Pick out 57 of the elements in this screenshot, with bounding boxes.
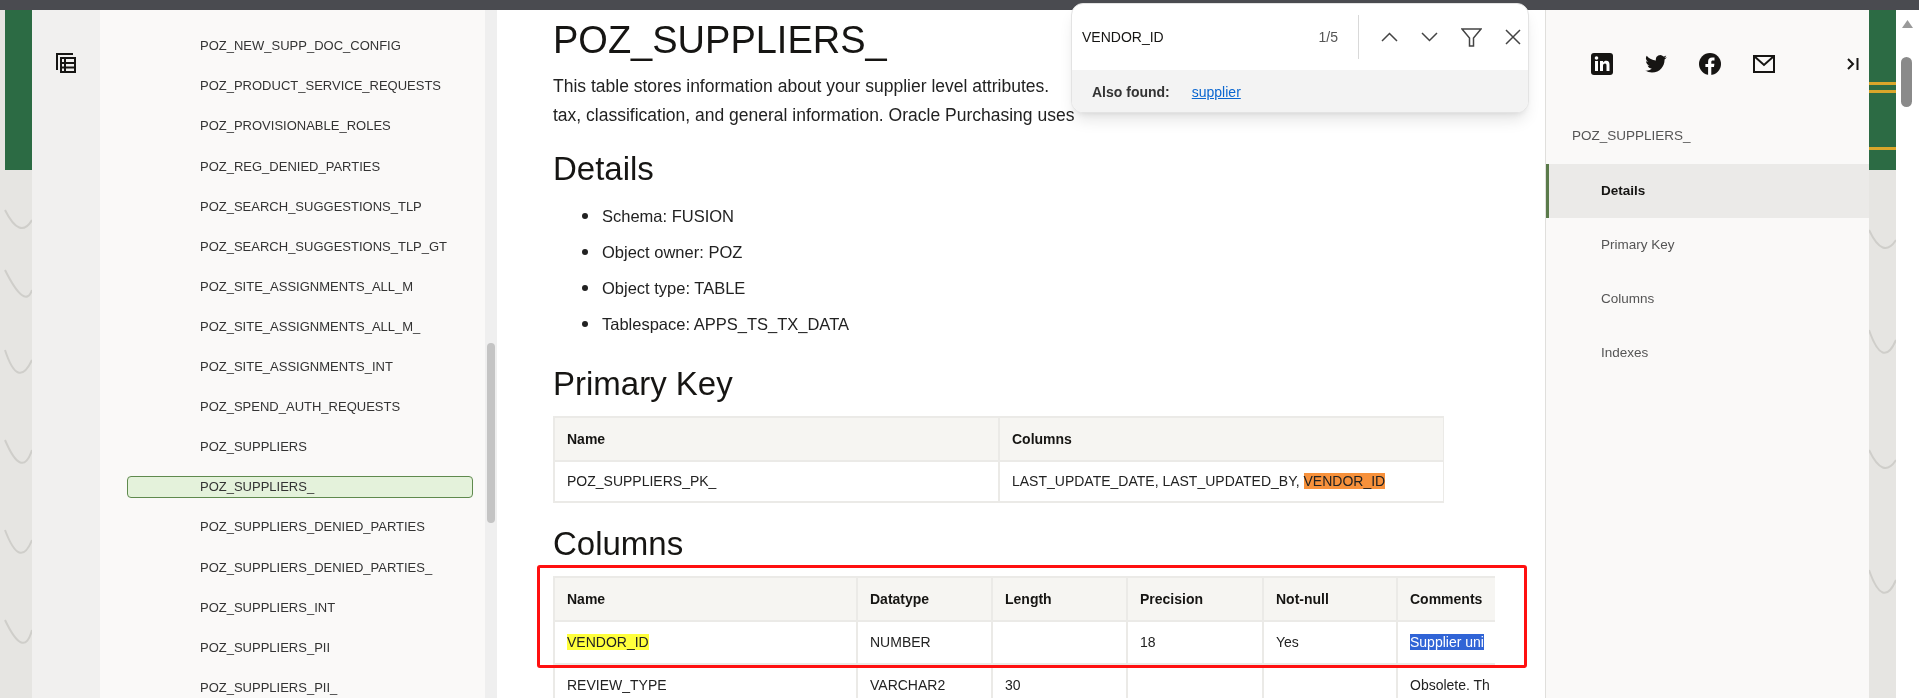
- collapse-panel-icon[interactable]: [1847, 57, 1859, 71]
- sidebar-item[interactable]: POZ_REG_DENIED_PARTIES: [127, 155, 473, 178]
- table-cell: NUMBER: [857, 621, 992, 664]
- sidebar-item[interactable]: POZ_SEARCH_SUGGESTIONS_TLP: [127, 195, 473, 218]
- sidebar-item[interactable]: POZ_SUPPLIERS_DENIED_PARTIES: [127, 516, 473, 539]
- sidebar-item[interactable]: POZ_SUPPLIERS_DENIED_PARTIES_: [127, 556, 473, 579]
- section-heading: Details: [553, 149, 654, 189]
- section-heading: Primary Key: [553, 364, 733, 404]
- table-cell: 18: [1127, 621, 1263, 664]
- sidebar-item[interactable]: POZ_PRODUCT_SERVICE_REQUESTS: [127, 75, 473, 98]
- sidebar-item[interactable]: POZ_NEW_SUPP_DOC_CONFIG: [127, 35, 473, 58]
- filter-icon[interactable]: [1461, 27, 1482, 47]
- sidebar-item[interactable]: POZ_SITE_ASSIGNMENTS_ALL_M_: [127, 315, 473, 338]
- sidebar-item[interactable]: POZ_SUPPLIERS: [127, 436, 473, 458]
- sidebar-item[interactable]: POZ_SUPPLIERS_: [127, 476, 473, 499]
- close-icon[interactable]: [1505, 29, 1521, 45]
- sidebar-item[interactable]: POZ_SUPPLIERS_PII: [127, 636, 473, 659]
- sidebar-item[interactable]: POZ_SITE_ASSIGNMENTS_INT: [127, 355, 473, 378]
- mail-icon[interactable]: [1753, 55, 1775, 73]
- column-header: Name: [554, 417, 999, 461]
- description-line: This table stores information about your supplier level attributes.: [553, 75, 1050, 98]
- table-cell: Yes: [1263, 621, 1397, 664]
- panel-title: POZ_SUPPLIERS_: [1571, 126, 1691, 145]
- bullet-item: Schema: FUSION: [582, 198, 735, 234]
- facebook-icon[interactable]: [1699, 53, 1721, 75]
- bird-icon[interactable]: [1645, 55, 1667, 73]
- search-field[interactable]: VENDOR_ID: [1082, 26, 1288, 48]
- scroll-up-icon[interactable]: [1902, 20, 1913, 28]
- table-cell: VENDOR_ID: [554, 621, 857, 664]
- toc-link[interactable]: Details: [1546, 164, 1869, 218]
- sidebar-item[interactable]: POZ_SEARCH_SUGGESTIONS_TLP_GT: [127, 235, 473, 258]
- toc-link[interactable]: Indexes: [1546, 326, 1869, 380]
- bullet-item: Object owner: POZ: [582, 234, 743, 270]
- sidebar-item[interactable]: POZ_SUPPLIERS_INT: [127, 596, 473, 619]
- also-found-label: Also found:: [1092, 82, 1170, 102]
- suggestion-link[interactable]: supplier: [1191, 81, 1241, 103]
- sidebar-item[interactable]: POZ_SITE_ASSIGNMENTS_ALL_M: [127, 275, 473, 298]
- page-title: POZ_SUPPLIERS_: [553, 18, 887, 63]
- match-count: 1/5: [1317, 27, 1338, 47]
- linkedin-icon[interactable]: [1591, 53, 1613, 75]
- table-list-icon[interactable]: [55, 53, 77, 74]
- bullet-item: Tablespace: APPS_TS_TX_DATA: [582, 306, 849, 342]
- bullet-item: Object type: TABLE: [582, 270, 746, 306]
- table-cell: POZ_SUPPLIERS_PK_: [554, 461, 999, 502]
- sidebar-item[interactable]: POZ_PROVISIONABLE_ROLES: [127, 115, 473, 138]
- section-heading: Columns: [553, 524, 684, 564]
- toc-link[interactable]: Primary Key: [1546, 218, 1869, 272]
- previous-match-icon[interactable]: [1381, 32, 1398, 42]
- scrollbar-thumb[interactable]: [487, 343, 495, 523]
- description-line: tax, classification, and general information. Oracle Purchasing uses: [553, 104, 1075, 127]
- scrollbar-thumb[interactable]: [1901, 57, 1912, 107]
- column-header: Columns: [999, 417, 1444, 461]
- column-header: Name: [554, 577, 857, 621]
- next-match-icon[interactable]: [1421, 32, 1438, 42]
- toc-link[interactable]: Columns: [1546, 272, 1869, 326]
- sidebar-item[interactable]: POZ_SUPPLIERS_PII_: [127, 676, 473, 698]
- sidebar-item[interactable]: POZ_SPEND_AUTH_REQUESTS: [127, 395, 473, 418]
